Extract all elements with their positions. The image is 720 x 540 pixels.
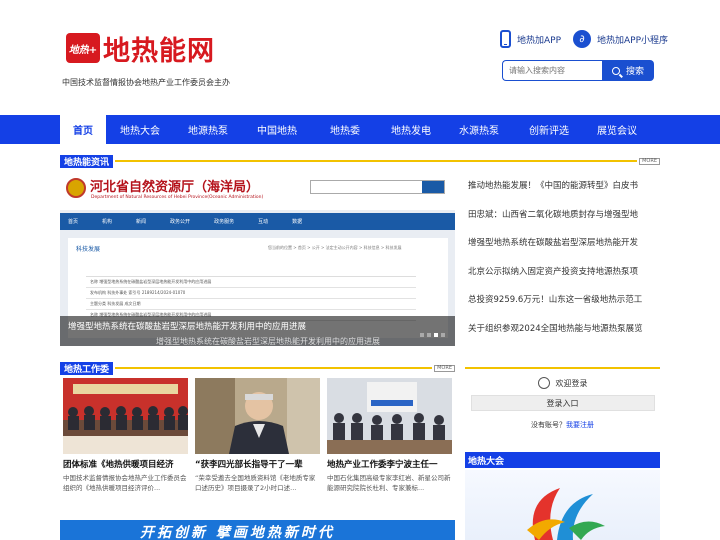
- nav-item-home[interactable]: 首页: [60, 115, 106, 144]
- search-box: 搜索: [502, 60, 654, 81]
- section-divider: [115, 160, 638, 162]
- news-slideshow[interactable]: 河北省自然资源厅（海洋局） Department of Natural Reso…: [60, 170, 455, 346]
- site-header: 地热+ 地热能网 中国技术监督情报协会地热产业工作委员会主办 地热加APP ∂ …: [0, 0, 720, 115]
- slide-doc-nav-item: 首页: [68, 219, 79, 225]
- slide-dept-title: 河北省自然资源厅（海洋局）: [90, 180, 260, 195]
- slide-dot[interactable]: [427, 333, 431, 337]
- nav-item-power[interactable]: 地热发电: [378, 115, 444, 144]
- login-top-border: [465, 367, 660, 369]
- slide-dept-subtitle: Department of Natural Resources of Hebei…: [91, 195, 264, 200]
- register-prompt: 没有账号？我要注册: [465, 420, 660, 430]
- search-input[interactable]: [502, 60, 602, 81]
- miniprogram-icon: ∂: [573, 30, 592, 48]
- slide-dot[interactable]: [420, 333, 424, 337]
- work-more-link[interactable]: MORE: [434, 364, 455, 372]
- news-list-item[interactable]: 总投资9259.6万元！山东这一省级地热示范工: [468, 290, 660, 319]
- card-image-group[interactable]: [327, 378, 452, 454]
- slide-doc-nav-item: 政务公开: [170, 219, 191, 225]
- register-link[interactable]: 我要注册: [566, 421, 594, 429]
- news-list-item[interactable]: 推动地热能发展！《中国的能源转型》白皮书: [468, 176, 660, 205]
- card-title[interactable]: “获李四光部长指导干了一辈: [195, 458, 320, 470]
- slide-doc-search: [310, 180, 445, 194]
- nav-item-china-geothermal[interactable]: 中国地热: [242, 115, 312, 144]
- card-desc: 中国技术监督情报协会地热产业工作委员会组织的《地热供暖项目经济评价...: [63, 474, 187, 492]
- main-nav: 首页 地热大会 地源热泵 中国地热 地热委 地热发电 水源热泵 创新评选 展览会…: [0, 115, 720, 144]
- card-desc: 中国石化集团高级专家李红岩、新星公司新能源研究院院长杜利、专家兼标...: [327, 474, 451, 492]
- card-title[interactable]: 地热产业工作委李宁波主任一: [327, 458, 452, 470]
- card-title[interactable]: 团体标准《地热供暖项目经济: [63, 458, 188, 470]
- site-slogan: 中国技术监督情报协会地热产业工作委员会主办: [62, 78, 230, 87]
- slide-doc-nav-item: 新闻: [136, 219, 147, 225]
- slide-doc-nav: 首页 机构 新闻 政务公开 政务服务 互动 数据: [60, 213, 455, 230]
- login-button[interactable]: 登录入口: [470, 395, 655, 411]
- slide-doc-breadcrumb: 您当前的位置 > 首页 > 公开 > 法定主动公开内容 > 科技信息 > 科技发…: [268, 245, 402, 250]
- slide-doc-row: 发布机构 科技外事处 索引号 2189214/2024-01070: [86, 288, 416, 299]
- news-more-link[interactable]: MORE: [639, 157, 660, 165]
- work-cards: 团体标准《地热供暖项目经济 中国技术监督情报协会地热产业工作委员会组织的《地热供…: [60, 378, 455, 518]
- nav-item-innovation[interactable]: 创新评选: [514, 115, 584, 144]
- section-divider: [115, 367, 433, 369]
- logo-text: 地热能网: [103, 35, 215, 67]
- news-list-item[interactable]: 田忠斌：山西省二氧化碳地质封存与增强型地: [468, 205, 660, 234]
- search-button-label: 搜索: [625, 67, 644, 77]
- slide-doc-nav-item: 数据: [292, 219, 303, 225]
- expo-image[interactable]: [465, 470, 660, 540]
- slide-doc-nav-item: 政务服务: [214, 219, 235, 225]
- slide-doc-row: 主题分类 科技发展 成文日期: [86, 299, 416, 310]
- slide-dot[interactable]: [441, 333, 445, 337]
- news-card[interactable]: “获李四光部长指导干了一辈 “荣幸受邀去全国地质资料馆《老地质专家口述历史》项目…: [195, 378, 320, 493]
- slide-doc-card-title: 科技发展: [76, 246, 101, 253]
- expo-section-header: 地热大会: [465, 452, 660, 468]
- slide-caption-bar: 增强型地热系统在碳酸盐岩型深层地热能开发利用中的应用进展 增强型地热系统在碳酸盐…: [60, 316, 455, 346]
- nav-item-ground-source[interactable]: 地源热泵: [174, 115, 242, 144]
- news-card[interactable]: 地热产业工作委李宁波主任一 中国石化集团高级专家李红岩、新星公司新能源研究院院长…: [327, 378, 452, 493]
- expo-section-title[interactable]: 地热大会: [465, 454, 504, 467]
- news-section-header: 地热能资讯 MORE: [60, 154, 660, 168]
- search-button[interactable]: 搜索: [602, 60, 654, 81]
- slide-caption[interactable]: 增强型地热系统在碳酸盐岩型深层地热能开发利用中的应用进展: [68, 320, 306, 332]
- app-link-label: 地热加APP: [517, 35, 562, 46]
- promo-banner[interactable]: 开拓创新 擘画地热新时代: [60, 520, 455, 540]
- card-desc: “荣幸受邀去全国地质资料馆《老地质专家口述历史》项目摄录了2小时口述...: [195, 474, 316, 492]
- news-card[interactable]: 团体标准《地热供暖项目经济 中国技术监督情报协会地热产业工作委员会组织的《地热供…: [63, 378, 188, 493]
- slide-doc-header: 河北省自然资源厅（海洋局） Department of Natural Reso…: [60, 170, 455, 210]
- news-list-item[interactable]: 北京公示拟纳入固定资产投资支持地源热泵项: [468, 262, 660, 291]
- search-icon: [611, 66, 620, 75]
- slide-doc-nav-item: 互动: [258, 219, 269, 225]
- miniapp-link-label: 地热加APP小程序: [597, 35, 669, 46]
- nav-item-committee[interactable]: 地热委: [312, 115, 378, 144]
- slide-doc-nav-item: 机构: [102, 219, 113, 225]
- user-icon: [537, 377, 550, 389]
- slide-dots: [420, 333, 448, 337]
- card-image-portrait[interactable]: [195, 378, 320, 454]
- banner-text: 开拓创新 擘画地热新时代: [140, 525, 335, 540]
- card-image-meeting[interactable]: [63, 378, 188, 454]
- work-section-title: 地热工作委: [60, 361, 114, 375]
- miniapp-link[interactable]: ∂ 地热加APP小程序: [573, 30, 668, 48]
- news-list: 推动地热能发展！《中国的能源转型》白皮书 田忠斌：山西省二氧化碳地质封存与增强型…: [468, 176, 660, 347]
- site-logo[interactable]: 地热+ 地热能网: [66, 32, 215, 67]
- slide-doc-row: 名称 增强型地热系统在碳酸盐岩型深层地热能开发利用中的应用进展: [86, 277, 416, 288]
- news-section-title: 地热能资讯: [60, 154, 114, 168]
- slide-caption-echo: 增强型地热系统在碳酸盐岩型深层地热能开发利用中的应用进展: [156, 337, 380, 346]
- app-link[interactable]: 地热加APP: [500, 30, 561, 48]
- login-welcome: 欢迎登录: [465, 377, 660, 389]
- nav-item-exhibition[interactable]: 展览会议: [584, 115, 650, 144]
- nav-item-conference[interactable]: 地热大会: [106, 115, 174, 144]
- nav-item-water-source[interactable]: 水源热泵: [444, 115, 514, 144]
- slide-dot-active[interactable]: [434, 333, 438, 337]
- emblem-icon: [66, 178, 86, 198]
- no-account-text: 没有账号？: [531, 421, 566, 429]
- phone-icon: [500, 30, 511, 48]
- login-box: 欢迎登录 登录入口 没有账号？我要注册: [465, 367, 660, 441]
- logo-badge: 地热+: [66, 33, 100, 63]
- work-section-header: 地热工作委 MORE: [60, 361, 455, 375]
- slide-doc-search-button: [422, 181, 444, 193]
- news-list-item[interactable]: 增强型地热系统在碳酸盐岩型深层地热能开发: [468, 233, 660, 262]
- login-welcome-text: 欢迎登录: [555, 378, 588, 388]
- app-links: 地热加APP ∂ 地热加APP小程序: [500, 30, 680, 48]
- news-list-item[interactable]: 关于组织参观2024全国地热能与地源热泵展览: [468, 319, 660, 348]
